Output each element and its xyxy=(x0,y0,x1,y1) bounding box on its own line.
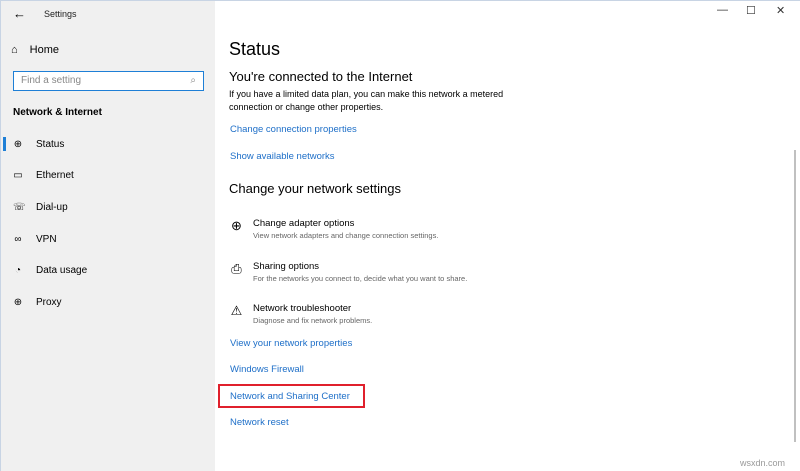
network-troubleshooter[interactable]: ⚠ Network troubleshooter Diagnose and fix … xyxy=(229,303,373,325)
show-networks-link[interactable]: Show available networks xyxy=(230,151,335,162)
search-icon: ⌕ xyxy=(190,75,196,86)
data-usage-icon: ◔ xyxy=(14,264,22,276)
sidebar: ← Settings ⌂ Home Find a setting ⌕ Network… xyxy=(0,0,215,471)
minimize-button[interactable]: — xyxy=(717,4,728,16)
option-title: Change adapter options xyxy=(253,218,355,229)
connection-status: You're connected to the Internet xyxy=(229,69,413,84)
back-button[interactable]: ← xyxy=(13,6,26,21)
sidebar-item-status[interactable]: ⊕ Status xyxy=(1,132,216,156)
page-title: Status xyxy=(229,39,281,59)
sharing-options[interactable]: ⎙ Sharing options For the networks you con… xyxy=(229,261,467,283)
option-desc: For the networks you connect to, decide … xyxy=(253,274,468,283)
label: Ethernet xyxy=(36,169,74,181)
sidebar-item-vpn[interactable]: ∞ VPN xyxy=(1,227,216,251)
watermark: wsxdn.com xyxy=(740,458,786,468)
sidebar-item-home[interactable]: ⌂ Home xyxy=(11,44,59,56)
windows-firewall-link[interactable]: Windows Firewall xyxy=(230,364,304,375)
adapter-icon: ⊕ xyxy=(231,218,242,233)
search-placeholder: Find a setting xyxy=(21,75,82,86)
vpn-icon: ∞ xyxy=(14,233,22,245)
label: Proxy xyxy=(36,296,62,308)
highlight-box xyxy=(218,384,365,408)
close-button[interactable]: ✕ xyxy=(776,4,785,17)
option-desc: Diagnose and fix network problems. xyxy=(253,316,373,325)
maximize-button[interactable]: ☐ xyxy=(746,4,756,17)
view-network-properties-link[interactable]: View your network properties xyxy=(230,338,352,349)
label: Data usage xyxy=(36,264,88,276)
sidebar-item-data-usage[interactable]: ◔ Data usage xyxy=(1,258,216,282)
change-connection-properties-link[interactable]: Change connection properties xyxy=(230,124,357,135)
option-desc: View network adapters and change connect… xyxy=(253,231,439,240)
option-title: Sharing options xyxy=(253,261,320,272)
label: Status xyxy=(36,138,65,150)
app-title: Settings xyxy=(44,9,77,19)
sidebar-item-proxy[interactable]: ⊕ Proxy xyxy=(1,290,216,314)
home-label: Home xyxy=(29,44,59,56)
ethernet-icon: ▭ xyxy=(13,169,23,181)
globe-icon: ⊕ xyxy=(13,296,23,308)
search-input[interactable]: Find a setting ⌕ xyxy=(13,71,204,91)
status-icon: ⊕ xyxy=(13,138,23,150)
scrollbar[interactable] xyxy=(794,150,796,442)
home-icon: ⌂ xyxy=(11,44,18,56)
sidebar-item-dialup[interactable]: ☏ Dial-up xyxy=(1,195,216,219)
connection-desc: If you have a limited data plan, you can… xyxy=(229,89,504,112)
section-heading: Change your network settings xyxy=(229,181,401,196)
label: VPN xyxy=(36,233,57,245)
network-reset-link[interactable]: Network reset xyxy=(230,417,289,428)
dialup-icon: ☏ xyxy=(13,201,26,213)
change-adapter-options[interactable]: ⊕ Change adapter options View network adap… xyxy=(229,218,438,240)
warning-icon: ⚠ xyxy=(230,303,243,318)
sidebar-item-ethernet[interactable]: ▭ Ethernet xyxy=(1,163,216,187)
sharing-icon: ⎙ xyxy=(231,261,242,276)
option-title: Network troubleshooter xyxy=(253,303,352,314)
label: Dial-up xyxy=(36,201,68,213)
section-title: Network & Internet xyxy=(13,107,102,118)
